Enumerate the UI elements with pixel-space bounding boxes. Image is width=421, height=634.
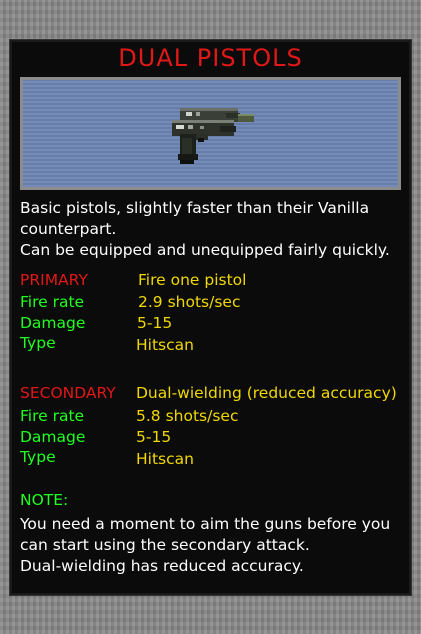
primary-type-value: Hitscan bbox=[136, 336, 194, 354]
dual-pistols-icon bbox=[172, 108, 254, 164]
secondary-damage-label: Damage bbox=[20, 428, 86, 446]
primary-mode: Fire one pistol bbox=[138, 271, 247, 289]
note-text: You need a moment to aim the guns before… bbox=[20, 514, 410, 577]
note-line: Dual-wielding has reduced accuracy. bbox=[20, 557, 304, 575]
weapon-preview bbox=[20, 77, 401, 190]
secondary-damage-value: 5-15 bbox=[136, 428, 172, 446]
primary-fire-rate-label: Fire rate bbox=[20, 293, 85, 311]
primary-type-label: Type bbox=[20, 334, 56, 352]
secondary-type-value: Hitscan bbox=[136, 450, 194, 468]
secondary-fire-rate-value: 5.8 shots/sec bbox=[136, 407, 239, 425]
description-line: counterpart. bbox=[20, 220, 117, 238]
weapon-info-panel: DUAL PISTOLS Basic pistols, slightly fas… bbox=[10, 40, 411, 595]
note-header: NOTE: bbox=[20, 491, 69, 509]
secondary-header: SECONDARY bbox=[20, 384, 116, 402]
note-line: You need a moment to aim the guns before… bbox=[20, 515, 391, 533]
primary-fire-rate-value: 2.9 shots/sec bbox=[138, 293, 241, 311]
secondary-mode: Dual-wielding (reduced accuracy) bbox=[136, 384, 397, 402]
primary-damage-value: 5-15 bbox=[137, 314, 173, 332]
description-line: Basic pistols, slightly faster than thei… bbox=[20, 199, 370, 217]
primary-damage-label: Damage bbox=[20, 314, 86, 332]
weapon-title: DUAL PISTOLS bbox=[118, 44, 303, 72]
note-line: can start using the secondary attack. bbox=[20, 536, 310, 554]
description-line: Can be equipped and unequipped fairly qu… bbox=[20, 241, 390, 259]
secondary-type-label: Type bbox=[20, 448, 56, 466]
secondary-fire-rate-label: Fire rate bbox=[20, 407, 85, 425]
primary-header: PRIMARY bbox=[20, 271, 88, 289]
weapon-description: Basic pistols, slightly faster than thei… bbox=[20, 198, 405, 261]
